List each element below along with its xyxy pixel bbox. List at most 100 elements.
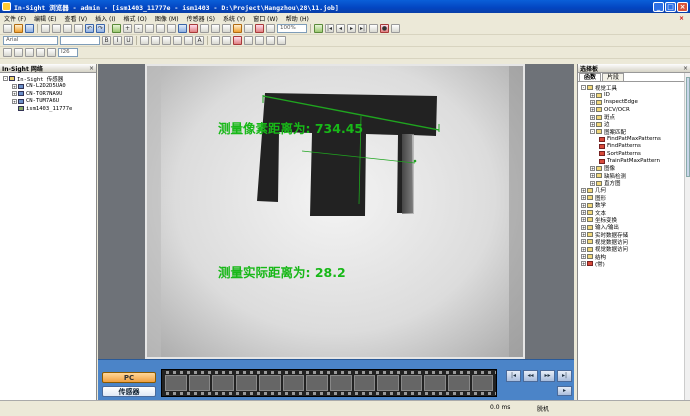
expand-icon[interactable]: +: [581, 232, 586, 238]
tree-item[interactable]: FindPatterns: [581, 143, 688, 150]
menu-insert[interactable]: 插入 (I): [95, 14, 115, 23]
cell-address[interactable]: I26: [58, 48, 78, 57]
align-right-icon[interactable]: [162, 36, 171, 45]
film-frame[interactable]: [165, 375, 187, 391]
tree-item[interactable]: + OCV/OCR: [581, 106, 688, 113]
expand-icon[interactable]: +: [590, 173, 595, 179]
zoom-fit-icon[interactable]: [145, 24, 154, 33]
film-frame[interactable]: [212, 375, 234, 391]
image-canvas[interactable]: 测量像素距离为: 734.45 测量实际距离为: 28.2: [145, 64, 525, 359]
tree-item[interactable]: - 视觉工具: [581, 84, 688, 92]
image-icon[interactable]: [222, 24, 231, 33]
tab-snippets[interactable]: 片段: [602, 73, 625, 81]
zoom-out-icon[interactable]: -: [134, 24, 143, 33]
film-frame[interactable]: [400, 375, 423, 391]
tree-item[interactable]: ism1403_11777e: [3, 105, 94, 113]
expand-icon[interactable]: +: [590, 121, 595, 127]
play-icon[interactable]: ▸: [557, 386, 572, 396]
number-format-icon[interactable]: [222, 36, 231, 45]
tree-item[interactable]: + CN-TOR7NA9U: [3, 90, 94, 98]
sensor-button[interactable]: 传感器: [102, 386, 156, 397]
maximize-button[interactable]: □: [665, 1, 676, 12]
expand-icon[interactable]: +: [581, 195, 586, 201]
film-frame[interactable]: [447, 375, 470, 391]
expand-icon[interactable]: +: [12, 98, 17, 104]
tree-item[interactable]: + 斑点: [581, 113, 688, 121]
expand-icon[interactable]: +: [581, 210, 586, 216]
zoom-fill-icon[interactable]: [156, 24, 165, 33]
first-frame-icon[interactable]: |◂: [506, 370, 521, 382]
first-icon[interactable]: |◂: [325, 24, 334, 33]
prev-frame-icon[interactable]: ◂◂: [523, 370, 538, 382]
tree-item[interactable]: + (常): [581, 260, 688, 268]
prev-icon[interactable]: ◂: [336, 24, 345, 33]
text-color-icon[interactable]: A: [195, 36, 204, 45]
run-icon[interactable]: [314, 24, 323, 33]
next-icon[interactable]: ▸: [347, 24, 356, 33]
stop-icon[interactable]: ●: [380, 24, 389, 33]
tab-functions[interactable]: 函数: [579, 73, 602, 81]
grid-icon[interactable]: [178, 24, 187, 33]
collapse-icon[interactable]: -: [581, 85, 586, 91]
cut-icon[interactable]: [52, 24, 61, 33]
align-left-icon[interactable]: [140, 36, 149, 45]
graphics-icon[interactable]: [211, 24, 220, 33]
size-select[interactable]: [60, 36, 100, 45]
tree-item[interactable]: + 边: [581, 121, 688, 128]
film-frame[interactable]: [306, 375, 329, 391]
save-icon[interactable]: [25, 24, 34, 33]
menu-edit[interactable]: 编辑 (E): [34, 14, 56, 23]
settings-icon[interactable]: [391, 24, 400, 33]
fx-icon[interactable]: [14, 48, 23, 57]
tree-item[interactable]: + CN-L2D2D5UA0: [3, 83, 94, 91]
pc-button[interactable]: PC: [102, 372, 156, 383]
film-frame[interactable]: [471, 375, 494, 391]
custom-view-icon[interactable]: [277, 36, 286, 45]
expand-icon[interactable]: +: [581, 217, 586, 223]
tree-item[interactable]: + 图像: [581, 165, 688, 172]
tree-item[interactable]: + InspectEdge: [581, 99, 688, 106]
expand-icon[interactable]: +: [581, 261, 586, 267]
dependency-icon[interactable]: [233, 36, 242, 45]
expand-icon[interactable]: +: [581, 202, 586, 208]
film-frame[interactable]: [188, 375, 211, 391]
expand-icon[interactable]: +: [581, 239, 586, 245]
menu-file[interactable]: 文件 (F): [4, 14, 26, 23]
expand-icon[interactable]: +: [590, 114, 595, 120]
last-frame-icon[interactable]: ▸|: [557, 370, 572, 382]
abs-ref-icon[interactable]: [244, 36, 253, 45]
open-icon[interactable]: [14, 24, 23, 33]
rel-ref-icon[interactable]: [255, 36, 264, 45]
expand-icon[interactable]: +: [590, 165, 595, 171]
font-select[interactable]: Arial: [3, 36, 58, 45]
tree-item[interactable]: - In-Sight 传感器: [3, 75, 94, 83]
mdi-close-icon[interactable]: ×: [679, 15, 684, 22]
zoom-100-icon[interactable]: [167, 24, 176, 33]
film-frame[interactable]: [259, 375, 281, 391]
film-frame[interactable]: [377, 375, 399, 391]
film-frame[interactable]: [353, 375, 376, 391]
menu-view[interactable]: 查看 (V): [64, 14, 87, 23]
spreadsheet-icon[interactable]: [200, 24, 209, 33]
expand-icon[interactable]: +: [590, 180, 595, 186]
repeat-icon[interactable]: [369, 24, 378, 33]
vertical-scrollbar[interactable]: [684, 73, 690, 400]
tree-item[interactable]: + ID: [581, 91, 688, 98]
tree-item[interactable]: + CN-TUM7A6U: [3, 98, 94, 106]
film-frame[interactable]: [282, 375, 305, 391]
edit-icon[interactable]: [47, 48, 56, 57]
align-center-icon[interactable]: [151, 36, 160, 45]
new-icon[interactable]: [3, 24, 12, 33]
menu-image[interactable]: 图像 (M): [155, 14, 179, 23]
scrollbar-thumb[interactable]: [686, 77, 690, 177]
expand-icon[interactable]: +: [12, 91, 17, 97]
expand-icon[interactable]: +: [12, 83, 17, 89]
copy-icon[interactable]: [63, 24, 72, 33]
acquired-image[interactable]: 测量像素距离为: 734.45 测量实际距离为: 28.2: [147, 66, 523, 357]
menu-sensor[interactable]: 传感器 (S): [187, 14, 215, 23]
expand-icon[interactable]: +: [581, 254, 586, 260]
print-icon[interactable]: [41, 24, 50, 33]
undo-icon[interactable]: ↶: [85, 24, 94, 33]
expand-icon[interactable]: +: [581, 224, 586, 230]
zoom-in-icon[interactable]: +: [123, 24, 132, 33]
